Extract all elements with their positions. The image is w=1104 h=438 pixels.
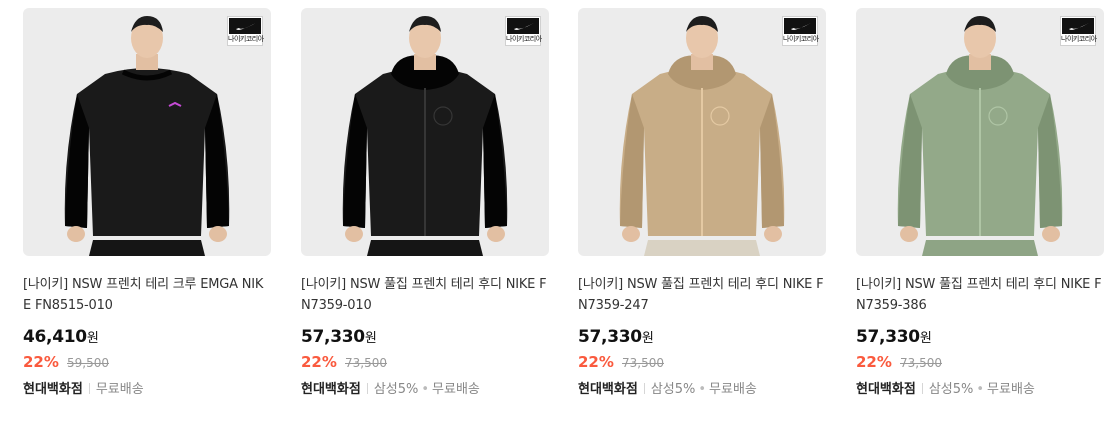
seller-name: 현대백화점 <box>23 382 83 397</box>
shipping-tag: 무료배송 <box>432 382 480 397</box>
dot-separator: • <box>421 382 430 397</box>
divider <box>366 383 368 394</box>
sale-price: 57,330 <box>578 327 642 347</box>
discount-rate: 22% <box>23 353 59 371</box>
seller-name: 현대백화점 <box>578 382 638 397</box>
seller-name: 현대백화점 <box>856 382 916 397</box>
divider <box>88 383 90 394</box>
discount-rate: 22% <box>578 353 614 371</box>
product-title[interactable]: [나이키] NSW 프렌치 테리 크루 EMGA NIKE FN8515-010 <box>23 274 271 316</box>
nike-swoosh-icon <box>236 23 256 30</box>
meta-row: 현대백화점 삼성5% • 무료배송 <box>856 380 1104 400</box>
discount-rate: 22% <box>301 353 337 371</box>
product-card[interactable]: 나이키코리아 [나이키] NSW 풀집 프렌치 테리 후디 NIKE FN735… <box>301 8 549 400</box>
shipping-tag: 무료배송 <box>987 382 1035 397</box>
badge-label: 나이키코리아 <box>1061 35 1097 43</box>
product-card[interactable]: 나이키코리아 [나이키] NSW 풀집 프렌치 테리 후디 NIKE FN735… <box>578 8 826 400</box>
product-card[interactable]: 나이키코리아 [나이키] NSW 풀집 프렌치 테리 후디 NIKE FN735… <box>856 8 1104 400</box>
brand-badge: 나이키코리아 <box>227 16 264 46</box>
dot-separator: • <box>698 382 707 397</box>
original-price: 59,500 <box>67 356 109 370</box>
original-price: 73,500 <box>345 356 387 370</box>
product-grid: 나이키코리아 [나이키] NSW 프렌치 테리 크루 EMGA NIKE FN8… <box>0 0 1104 438</box>
original-price: 73,500 <box>622 356 664 370</box>
product-title[interactable]: [나이키] NSW 풀집 프렌치 테리 후디 NIKE FN7359-386 <box>856 274 1104 316</box>
divider <box>921 383 923 394</box>
shipping-tag: 무료배송 <box>709 382 757 397</box>
currency-unit: 원 <box>641 331 654 346</box>
nike-swoosh-icon <box>791 23 811 30</box>
product-image[interactable]: 나이키코리아 <box>301 8 549 256</box>
discount-rate: 22% <box>856 353 892 371</box>
discount-row: 22% 73,500 <box>856 352 1104 372</box>
product-image[interactable]: 나이키코리아 <box>578 8 826 256</box>
card-benefit-tag: 삼성5% <box>373 382 419 397</box>
brand-badge: 나이키코리아 <box>505 16 542 46</box>
meta-row: 현대백화점 무료배송 <box>23 380 271 400</box>
price-row: 57,330원 <box>856 326 1104 348</box>
card-benefit-tag: 삼성5% <box>650 382 696 397</box>
discount-row: 22% 59,500 <box>23 352 271 372</box>
divider <box>643 383 645 394</box>
price-row: 46,410원 <box>23 326 271 348</box>
price-row: 57,330원 <box>578 326 826 348</box>
badge-label: 나이키코리아 <box>228 35 264 43</box>
meta-row: 현대백화점 삼성5% • 무료배송 <box>578 380 826 400</box>
currency-unit: 원 <box>919 331 932 346</box>
sale-price: 46,410 <box>23 327 87 347</box>
product-image[interactable]: 나이키코리아 <box>23 8 271 256</box>
seller-name: 현대백화점 <box>301 382 361 397</box>
discount-row: 22% 73,500 <box>301 352 549 372</box>
nike-swoosh-icon <box>1069 23 1089 30</box>
original-price: 73,500 <box>900 356 942 370</box>
sale-price: 57,330 <box>856 327 920 347</box>
nike-swoosh-icon <box>514 23 534 30</box>
brand-badge: 나이키코리아 <box>782 16 819 46</box>
currency-unit: 원 <box>86 331 99 346</box>
discount-row: 22% 73,500 <box>578 352 826 372</box>
meta-row: 현대백화점 삼성5% • 무료배송 <box>301 380 549 400</box>
price-row: 57,330원 <box>301 326 549 348</box>
badge-label: 나이키코리아 <box>783 35 819 43</box>
card-benefit-tag: 삼성5% <box>928 382 974 397</box>
badge-label: 나이키코리아 <box>506 35 542 43</box>
product-title[interactable]: [나이키] NSW 풀집 프렌치 테리 후디 NIKE FN7359-010 <box>301 274 549 316</box>
product-title[interactable]: [나이키] NSW 풀집 프렌치 테리 후디 NIKE FN7359-247 <box>578 274 826 316</box>
sale-price: 57,330 <box>301 327 365 347</box>
product-image[interactable]: 나이키코리아 <box>856 8 1104 256</box>
currency-unit: 원 <box>364 331 377 346</box>
dot-separator: • <box>976 382 985 397</box>
brand-badge: 나이키코리아 <box>1060 16 1097 46</box>
shipping-tag: 무료배송 <box>95 382 144 397</box>
product-card[interactable]: 나이키코리아 [나이키] NSW 프렌치 테리 크루 EMGA NIKE FN8… <box>23 8 271 400</box>
